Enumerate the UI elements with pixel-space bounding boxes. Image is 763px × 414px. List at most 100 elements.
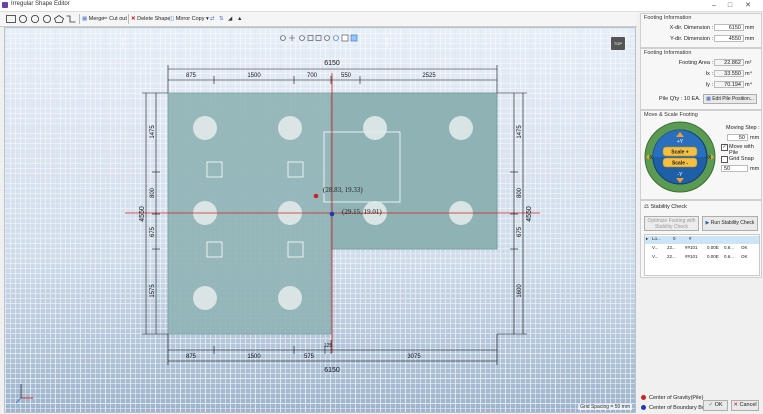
legend-cog: Center of Gravity(Pile) xyxy=(641,394,703,402)
table-cell: # xyxy=(689,236,692,241)
center-of-boundary-marker xyxy=(329,211,335,217)
window-title: Irregular Shape Editor xyxy=(11,1,70,7)
row-expand-icon[interactable]: ▸ xyxy=(646,236,648,242)
run-stability-check-button[interactable]: ▶ Run Stability Check xyxy=(702,216,758,231)
bottom-dim-3: 575 xyxy=(304,354,315,360)
align-left-icon[interactable]: ◢ xyxy=(228,14,232,24)
table-cell: ##101 xyxy=(685,254,698,259)
right-dim-4: 1600 xyxy=(517,284,523,298)
ix-value: 33.550 xyxy=(714,70,744,77)
toolbar-separator xyxy=(79,14,80,24)
left-dim-2: 800 xyxy=(150,187,156,198)
cancel-icon: ✕ xyxy=(733,402,738,408)
view-sphere-icon[interactable] xyxy=(333,35,339,41)
hexagon-icon[interactable] xyxy=(42,15,52,23)
grid-snap-label: Grid Snap xyxy=(729,156,754,162)
group-title: Footing Information xyxy=(644,50,692,56)
merge-button[interactable]: ▦ Merge xyxy=(82,14,104,24)
pan-icon[interactable] xyxy=(289,35,295,41)
table-cell: 22... xyxy=(667,254,676,259)
pile[interactable] xyxy=(363,116,387,140)
cut-out-label: Cut out xyxy=(109,16,127,22)
table-cell: 0 xyxy=(673,236,676,241)
mirror-icon: ◫ xyxy=(169,16,175,22)
toolbar-separator xyxy=(128,14,129,24)
iy-label: Iy : xyxy=(705,82,713,88)
right-dim-3: 675 xyxy=(517,226,523,237)
table-cell: OK xyxy=(741,254,748,259)
align-up-icon[interactable]: ▲ xyxy=(237,14,242,24)
circle-icon[interactable] xyxy=(18,15,28,23)
zoom-fit-icon[interactable] xyxy=(307,35,314,41)
table-row[interactable]: V... 22... ##101 0.00E 0.6... OK xyxy=(645,245,759,253)
right-dim-1: 1475 xyxy=(517,125,523,139)
run-stability-label: Run Stability Check xyxy=(710,220,755,226)
table-cell: V... xyxy=(652,245,659,250)
bottom-total-dim: 6150 xyxy=(324,367,340,374)
delete-shape-button[interactable]: ✕ Delete Shape xyxy=(131,14,170,24)
ok-button[interactable]: ✓ OK xyxy=(703,400,728,411)
ix-row: Ix : 33.550 m⁴ xyxy=(641,70,761,78)
stability-table: ▸ Lo... 0 # V... 22... ##101 0.00E 0.6..… xyxy=(644,234,760,276)
view-box-icon[interactable] xyxy=(341,34,349,42)
edit-pile-position-button[interactable]: ▦ Edit Pile Position... xyxy=(703,94,757,104)
rotate-icon[interactable] xyxy=(299,35,305,41)
close-button[interactable]: ✕ xyxy=(741,0,755,11)
stability-title: Stability Check xyxy=(650,204,687,210)
flip-vertical-icon[interactable]: ⇅ xyxy=(219,14,224,24)
move-with-pile-label: Move with Pile xyxy=(729,144,754,156)
area-row: Footing Area : 22.862 m² xyxy=(641,59,761,67)
footing-info-group: Footing Information X-dir. Dimension : 6… xyxy=(640,13,762,48)
iy-row: Iy : 70.194 m⁴ xyxy=(641,81,761,89)
zoom-in-icon[interactable] xyxy=(324,35,330,41)
step-shape-icon[interactable] xyxy=(66,15,76,23)
moving-step-input[interactable]: 50 xyxy=(727,134,748,141)
x-dim-unit: mm xyxy=(745,25,755,31)
grid-snap-select[interactable]: 50 xyxy=(721,165,748,172)
optimize-footing-button[interactable]: Optimize Footing with Stability Check xyxy=(644,216,699,231)
iy-unit: m⁴ xyxy=(745,82,752,88)
table-cell: 0.6... xyxy=(724,245,735,250)
view-cube-icon[interactable] xyxy=(350,34,358,42)
pile[interactable] xyxy=(193,116,217,140)
octagon-icon[interactable] xyxy=(30,15,40,23)
rectangle-icon[interactable] xyxy=(6,15,16,23)
cut-out-button[interactable]: ✂ Cut out xyxy=(103,14,127,24)
flip-horizontal-icon[interactable]: ⇄ xyxy=(210,14,215,24)
footing-drawing[interactable]: (28.83, 19.33) (29.15, 19.01) 6150 875 1… xyxy=(5,28,636,413)
drawing-canvas[interactable]: (28.83, 19.33) (29.15, 19.01) 6150 875 1… xyxy=(4,27,636,413)
minimize-button[interactable]: – xyxy=(707,0,721,11)
table-cell: ##101 xyxy=(685,245,698,250)
edit-pile-label: Edit Pile Position... xyxy=(712,96,754,102)
footing-subshape[interactable] xyxy=(330,92,498,250)
table-row[interactable]: V... 22... ##101 0.00E 0.6... OK xyxy=(645,254,759,262)
pile[interactable] xyxy=(278,286,302,310)
pile[interactable] xyxy=(193,286,217,310)
pile[interactable] xyxy=(278,116,302,140)
zoom-icon[interactable] xyxy=(280,35,286,41)
pentagon-icon[interactable] xyxy=(54,15,64,23)
table-row[interactable]: ▸ Lo... 0 # xyxy=(645,236,759,244)
bottom-dim-4: 3075 xyxy=(407,354,421,360)
table-cell: 0.6... xyxy=(724,254,735,259)
left-dim-4: 1575 xyxy=(150,284,156,298)
top-view-button[interactable]: TOP xyxy=(611,37,625,50)
app-icon xyxy=(2,2,8,8)
cancel-button[interactable]: ✕ Cancel xyxy=(731,400,759,411)
x-dim-input[interactable]: 6150 xyxy=(714,24,744,31)
maximize-button[interactable]: □ xyxy=(723,0,737,11)
move-scale-control[interactable]: Scale + Scale - +Y -Y -X +X xyxy=(643,120,717,194)
pile[interactable] xyxy=(449,116,473,140)
plus-x-label[interactable]: +X xyxy=(705,155,712,161)
y-dim-input[interactable]: 4550 xyxy=(714,35,744,42)
cancel-label: Cancel xyxy=(739,402,757,408)
moving-step-label: Moving Step : xyxy=(726,125,760,131)
mirror-copy-button[interactable]: ◫ Mirror Copy ▾ xyxy=(169,14,209,24)
move-with-pile-checkbox[interactable]: ✓ xyxy=(721,144,728,151)
left-dim-3: 675 xyxy=(150,226,156,237)
right-dim-2: 800 xyxy=(517,187,523,198)
grid-snap-checkbox[interactable] xyxy=(721,156,728,163)
grid-spacing-label: Grid Spacing = 50 mm xyxy=(578,404,632,410)
legend-bbox: Center of Boundary Box xyxy=(641,404,708,412)
zoom-window-icon[interactable] xyxy=(315,35,322,41)
